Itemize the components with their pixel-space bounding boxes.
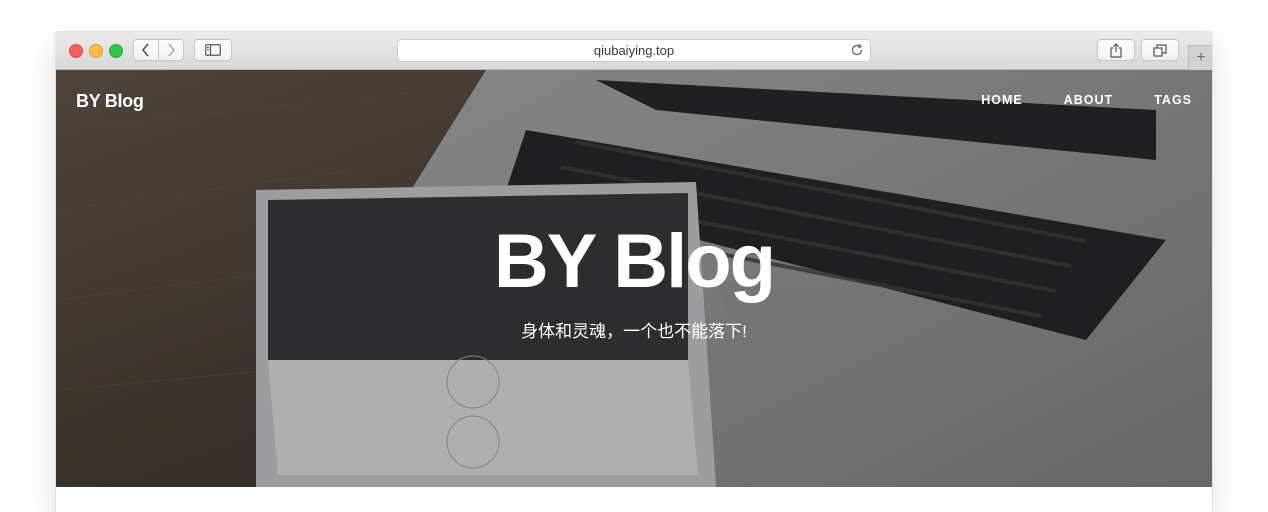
hero-subtitle: 身体和灵魂，一个也不能落下! — [521, 322, 747, 341]
browser-toolbar: qiubaiying.top + — [56, 32, 1212, 70]
zoom-window-button[interactable] — [109, 44, 123, 58]
nav-home[interactable]: HOME — [981, 93, 1023, 107]
forward-button[interactable] — [158, 39, 184, 61]
share-button[interactable] — [1097, 39, 1135, 61]
chevron-right-icon — [168, 43, 176, 57]
hero-header: BY Blog HOME ABOUT TAGS BY Blog 身体和灵魂，一个… — [56, 70, 1212, 487]
top-navigation: HOME ABOUT TAGS — [940, 93, 1192, 107]
back-button[interactable] — [133, 39, 159, 61]
sidebar-toggle-button[interactable] — [194, 39, 232, 61]
chevron-left-icon — [141, 43, 149, 57]
reload-icon[interactable] — [850, 43, 864, 57]
share-icon — [1110, 42, 1122, 58]
browser-window: qiubaiying.top + BY Blog HOME ABOUT TAGS… — [56, 32, 1212, 512]
url-text: qiubaiying.top — [593, 43, 675, 58]
minimize-window-button[interactable] — [89, 44, 103, 58]
new-tab-button[interactable]: + — [1188, 45, 1212, 70]
nav-about[interactable]: ABOUT — [1064, 93, 1113, 107]
close-window-button[interactable] — [69, 44, 83, 58]
nav-tags[interactable]: TAGS — [1154, 93, 1192, 107]
hero-title: BY Blog — [493, 219, 776, 304]
site-brand[interactable]: BY Blog — [76, 91, 144, 112]
sidebar-icon — [205, 44, 221, 56]
show-tabs-button[interactable] — [1141, 39, 1179, 61]
address-bar[interactable]: qiubaiying.top — [397, 39, 871, 62]
tabs-icon — [1153, 43, 1167, 57]
